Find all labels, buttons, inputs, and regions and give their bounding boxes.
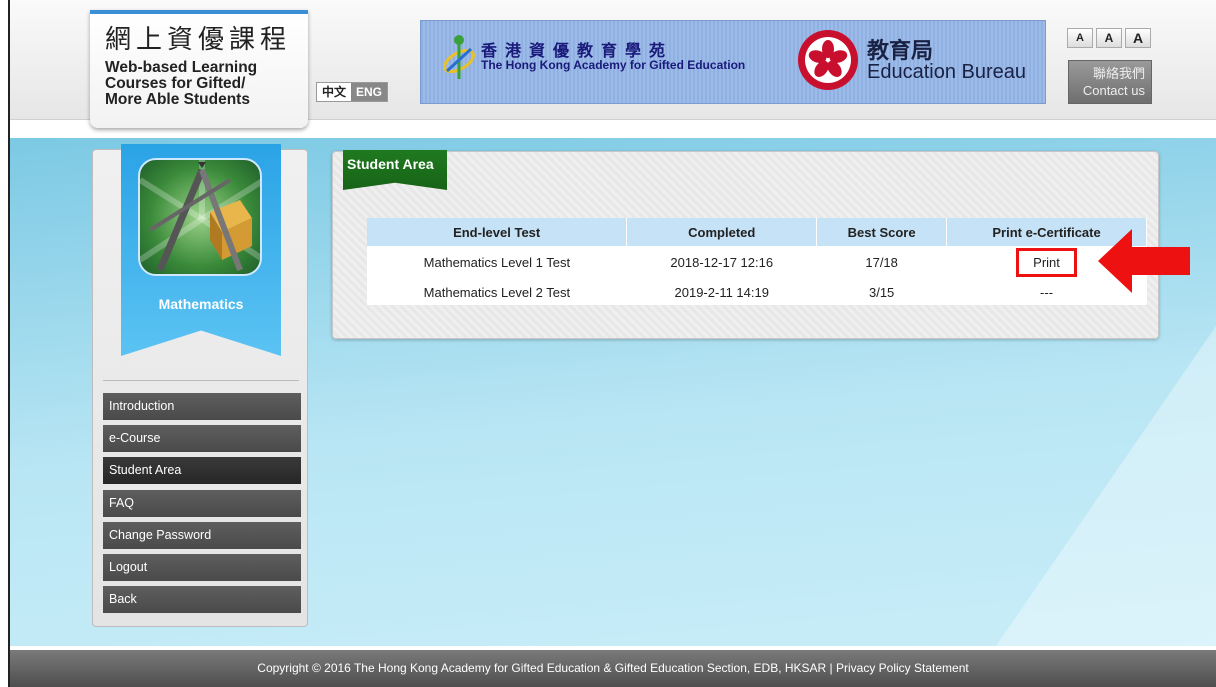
sidebar-divider [103,380,299,381]
contact-label-en: Contact us [1082,83,1145,98]
geometry-tools-graphic [140,160,260,272]
font-large-button[interactable]: A [1125,28,1151,48]
logo-title-cn: 網上資優課程 [105,25,292,55]
academy-logo-icon [443,35,475,79]
geometry-tools-icon [138,158,262,276]
font-size-controls: A A A [1067,28,1151,48]
logo-line: Courses for Gifted/ [105,75,246,92]
print-certificate-link[interactable]: Print [1016,248,1077,277]
sidebar-item-faq[interactable]: FAQ [103,489,301,517]
cell-score: 17/18 [865,255,898,270]
table-row: Mathematics Level 1 Test 2018-12-17 12:1… [367,246,1147,279]
logo-line: More Able Students [105,91,250,108]
sidebar-item-logout[interactable]: Logout [103,553,301,581]
header: 網上資優課程 Web-based Learning Courses for Gi… [10,0,1216,128]
logo-line: Web-based Learning [105,59,258,76]
language-switch: 中文 ENG [316,82,389,102]
edb-name-en: Education Bureau [867,61,1027,83]
partner-banner: 香港資優教育學苑 The Hong Kong Academy for Gifte… [420,20,1046,104]
table-header-row: End-level Test Completed Best Score Prin… [367,218,1147,246]
sidebar-item-back[interactable]: Back [103,586,301,614]
sidebar-item-e-course[interactable]: e-Course [103,425,301,453]
cell-score: 3/15 [868,284,895,300]
footer: Copyright © 2016 The Hong Kong Academy f… [10,650,1216,687]
sidebar-nav: Introduction e-Course Student Area FAQ C… [103,393,301,618]
contact-label-cn: 聯絡我們 [1092,66,1145,81]
sidebar-item-change-password[interactable]: Change Password [103,521,301,549]
table-row: Mathematics Level 2 Test 2019-2-11 14:19… [367,279,1147,305]
site-logo[interactable]: 網上資優課程 Web-based Learning Courses for Gi… [90,10,308,128]
academy-name-en: The Hong Kong Academy for Gifted Educati… [481,58,746,72]
cell-test-name: Mathematics Level 2 Test [423,284,571,300]
lang-english-button[interactable]: ENG [351,83,388,101]
course-title: Mathematics [158,296,244,312]
sidebar-item-introduction[interactable]: Introduction [103,393,301,420]
font-medium-button[interactable]: A [1096,28,1122,48]
cell-completed: 2019-2-11 14:19 [674,284,769,300]
student-area-panel: Student Area End-level Test Completed Be… [332,150,1159,339]
cell-completed: 2018-12-17 12:16 [670,255,774,270]
sidebar-item-student-area[interactable]: Student Area [103,457,301,485]
red-arrow-icon [1098,229,1190,293]
sidebar: Mathematics Introduction e-Course Studen… [92,144,308,627]
font-small-button[interactable]: A [1067,28,1093,48]
logo-title-en: Web-based Learning Courses for Gifted/ M… [105,60,296,108]
course-ribbon: Mathematics [121,144,281,356]
column-header-score: Best Score [816,218,948,246]
cell-test-name: Mathematics Level 1 Test [423,255,571,270]
results-table: End-level Test Completed Best Score Prin… [367,218,1147,305]
page-frame: 網上資優課程 Web-based Learning Courses for Gi… [8,0,1216,687]
column-header-completed: Completed [626,218,818,246]
panel-tab-label: Student Area [343,150,447,190]
contact-us-button[interactable]: 聯絡我們 Contact us [1068,60,1152,104]
hksar-emblem-icon [798,30,858,90]
column-header-test: End-level Test [367,218,628,246]
lang-chinese-button[interactable]: 中文 [317,83,352,101]
